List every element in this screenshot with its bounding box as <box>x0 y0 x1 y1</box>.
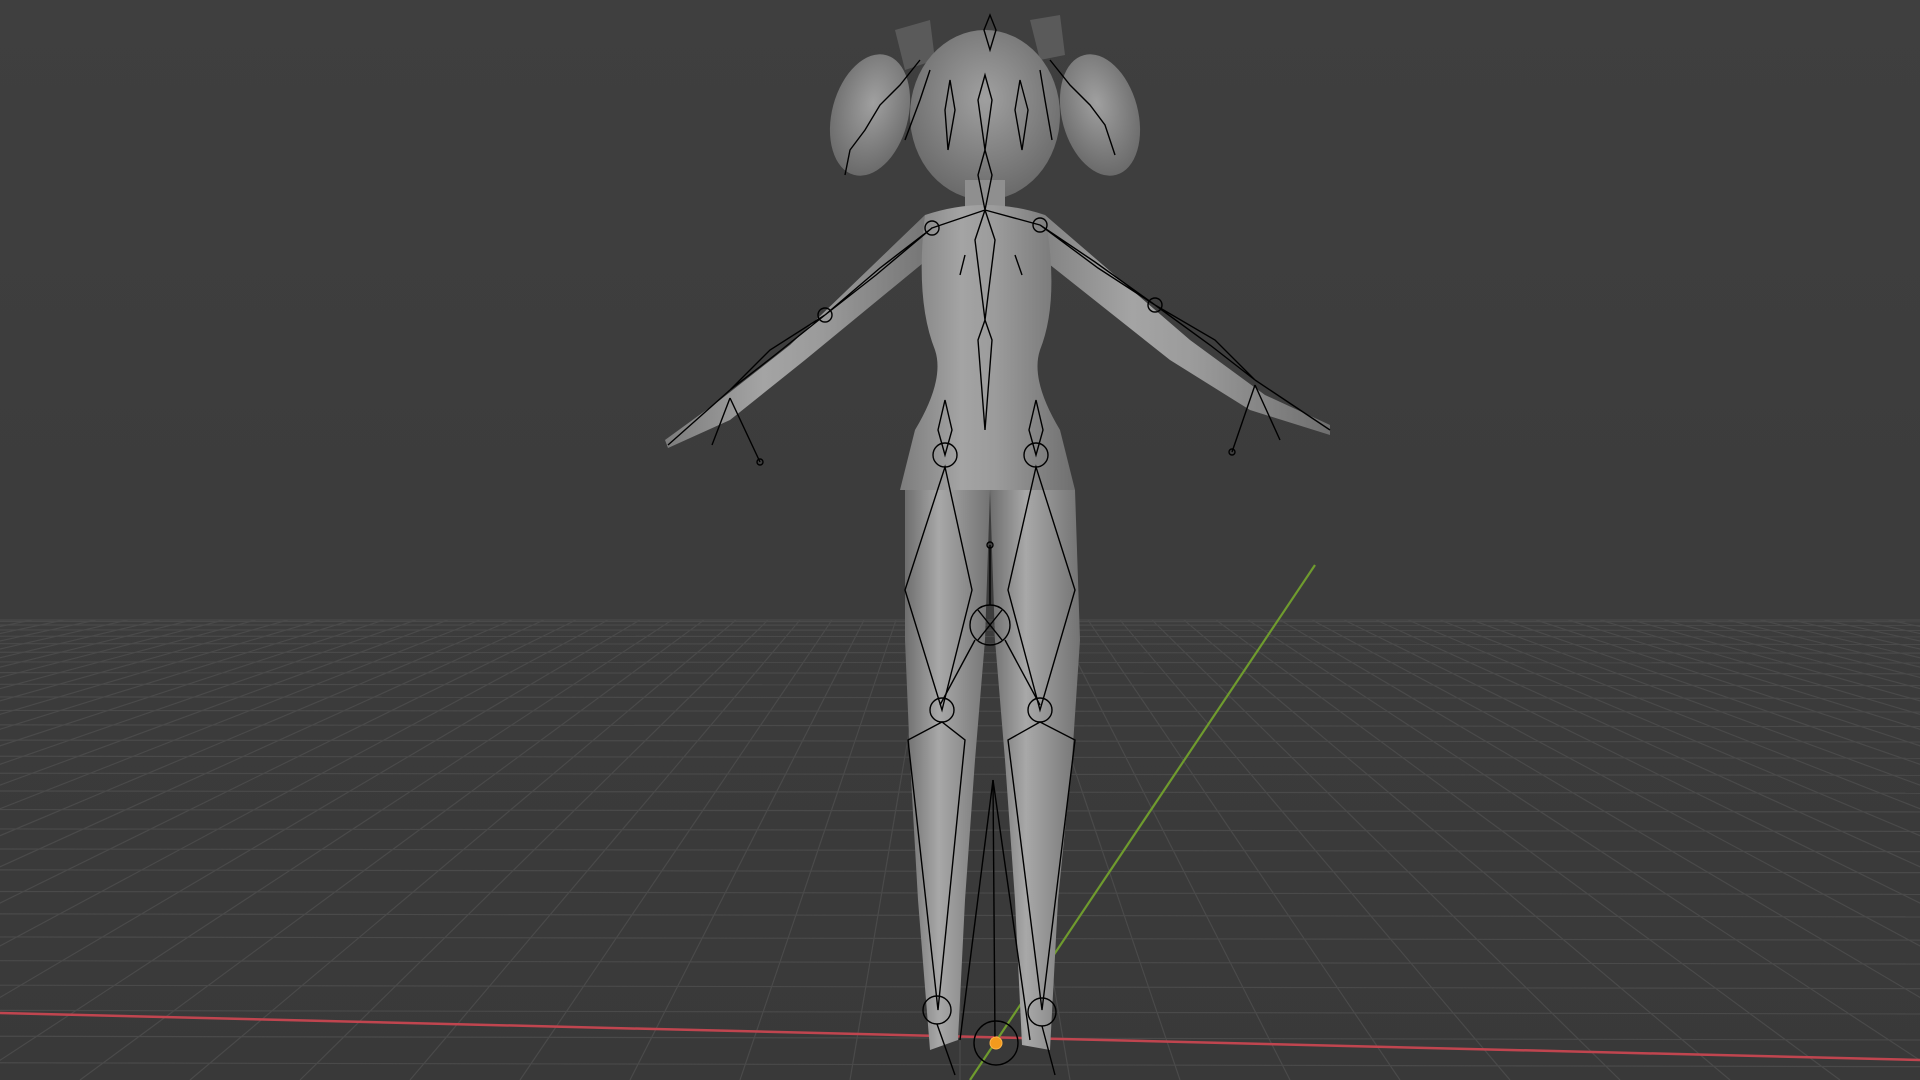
right-leg <box>990 490 1080 1050</box>
grid-line <box>1631 619 1920 702</box>
origin-point[interactable] <box>989 1036 1003 1050</box>
torso <box>900 205 1075 490</box>
3d-viewport[interactable] <box>0 0 1920 1080</box>
grid-line <box>1535 619 1920 747</box>
grid-line <box>1471 619 1920 786</box>
character-mesh[interactable] <box>665 15 1330 1050</box>
grid-line <box>1695 619 1920 679</box>
grid-line <box>1503 619 1920 765</box>
grid-line <box>1151 619 1621 1080</box>
grid-line <box>1439 619 1920 810</box>
grid-line <box>1823 619 1920 642</box>
head <box>910 30 1060 200</box>
grid-line <box>1119 619 1511 1080</box>
grid-line <box>1727 619 1920 668</box>
right-pigtail <box>1059 54 1141 176</box>
grid-line <box>1887 619 1920 628</box>
grid-line <box>1567 619 1920 730</box>
grid-line <box>1247 619 1920 1062</box>
grid-line <box>1759 619 1920 659</box>
grid-line <box>1183 619 1731 1080</box>
grid-line <box>1855 619 1920 635</box>
bone-root[interactable] <box>992 779 996 1041</box>
left-leg <box>905 490 990 1050</box>
viewport-canvas[interactable] <box>0 0 1920 1080</box>
